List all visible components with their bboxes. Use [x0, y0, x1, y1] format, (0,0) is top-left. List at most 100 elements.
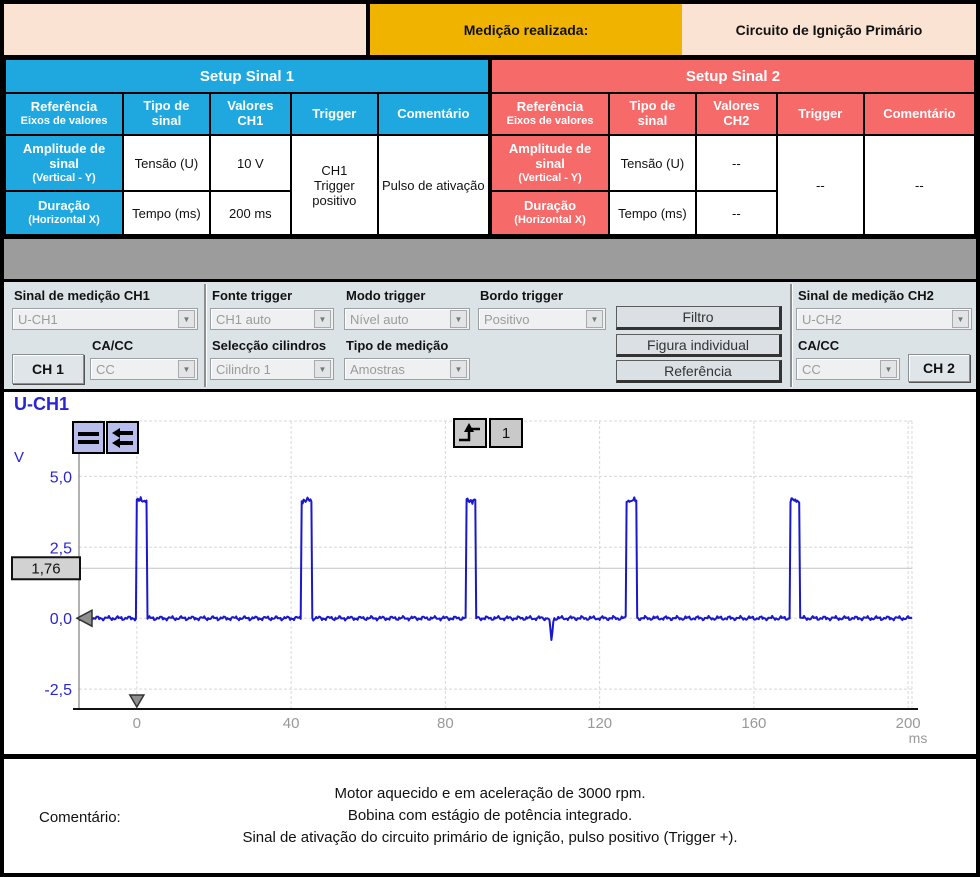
chevron-down-icon[interactable]: ▼: [178, 310, 195, 328]
row2-ref-label: Duração: [524, 198, 576, 213]
setup2-trigger-cell: --: [777, 135, 864, 235]
setup2-col-reference: ReferênciaEixos de valores: [491, 93, 609, 135]
ca-cc-label-2: CA/CC: [798, 338, 839, 353]
measure-type-select[interactable]: Amostras ▼: [344, 358, 470, 380]
panel-divider: [204, 284, 206, 387]
reference-button[interactable]: Referência: [616, 360, 782, 383]
chevron-down-icon[interactable]: ▼: [314, 360, 331, 378]
trigger-edge-label: Bordo trigger: [480, 288, 563, 303]
setup-tables: Setup Sinal 1 ReferênciaEixos de valores…: [4, 58, 976, 239]
setup1-row1-ref: Amplitude de sinal(Vertical - Y): [5, 135, 123, 191]
report-header: Medição realizada: Circuito de Ignição P…: [4, 4, 976, 58]
ch2-coupling-select[interactable]: CC ▼: [796, 358, 900, 380]
row2-ref-sub: (Horizontal X): [494, 214, 606, 227]
chevron-down-icon[interactable]: ▼: [314, 310, 331, 328]
trigger-mode-label: Modo trigger: [346, 288, 425, 303]
scope-toolbar: [72, 421, 140, 454]
ch1-signal-select[interactable]: U-CH1 ▼: [12, 308, 198, 330]
rising-edge-trigger-button[interactable]: [453, 418, 487, 448]
chevron-down-icon[interactable]: ▼: [880, 360, 897, 378]
setup2-row1-value: --: [696, 135, 777, 191]
setup2-col-comment: Comentário: [864, 93, 975, 135]
ch1-coupling-select[interactable]: CC ▼: [90, 358, 198, 380]
row1-ref-label: Amplitude de sinal: [509, 141, 591, 171]
setup1-col-type: Tipo de sinal: [123, 93, 210, 135]
trigger-indicator: 1: [453, 418, 525, 448]
x-tick-label: 160: [741, 715, 766, 732]
ch2-coupling-value: CC: [802, 362, 821, 377]
trigger-mode-select[interactable]: Nível auto ▼: [344, 308, 470, 330]
measure-type-label: Tipo de medição: [346, 338, 448, 353]
row2-ref-sub: (Horizontal X): [8, 214, 120, 227]
ch2-signal-label: Sinal de medição CH2: [798, 288, 934, 303]
measurement-report-page: Medição realizada: Circuito de Ignição P…: [0, 0, 980, 877]
setup2-row2-value: --: [696, 191, 777, 235]
filter-button[interactable]: Filtro: [616, 306, 782, 330]
chevron-down-icon[interactable]: ▼: [450, 360, 467, 378]
row2-ref-label: Duração: [38, 198, 90, 213]
panel-divider: [790, 284, 792, 387]
row1-ref-sub: (Vertical - Y): [8, 172, 120, 185]
oscilloscope-display: U-CH1 -2,50,02,55,004080120160200msV1,76: [4, 392, 976, 759]
trigger-channel-badge[interactable]: 1: [489, 418, 523, 448]
setup1-col-comment: Comentário: [378, 93, 489, 135]
trigger-source-select[interactable]: CH1 auto ▼: [210, 308, 334, 330]
row1-ref-label: Amplitude de sinal: [23, 141, 105, 171]
y-tick-label: 2,5: [50, 540, 72, 557]
col-ref-label: Referência: [31, 99, 97, 114]
trigger-source-value: CH1 auto: [216, 312, 271, 327]
setup-signal-1-table: Setup Sinal 1 ReferênciaEixos de valores…: [4, 58, 490, 236]
x-tick-label: 80: [437, 715, 454, 732]
x-tick-label: 40: [283, 715, 300, 732]
setup2-col-trigger: Trigger: [777, 93, 864, 135]
trigger-level-value: 1,76: [31, 560, 60, 577]
trigger-edge-select[interactable]: Positivo ▼: [478, 308, 606, 330]
setup1-col-trigger: Trigger: [291, 93, 378, 135]
ch2-button[interactable]: CH 2: [908, 354, 970, 382]
chevron-down-icon[interactable]: ▼: [952, 310, 969, 328]
trigger-time-marker[interactable]: [130, 695, 144, 707]
trigger-source-label: Fonte trigger: [212, 288, 292, 303]
chevron-down-icon[interactable]: ▼: [450, 310, 467, 328]
setup2-col-values: Valores CH2: [696, 93, 777, 135]
col-ref-sub: Eixos de valores: [494, 115, 606, 128]
cylinder-select[interactable]: Cilindro 1 ▼: [210, 358, 334, 380]
chevron-down-icon[interactable]: ▼: [178, 360, 195, 378]
chevron-down-icon[interactable]: ▼: [586, 310, 603, 328]
setup1-trigger-cell: CH1 Trigger positivo: [291, 135, 378, 235]
double-left-arrow-icon: [110, 425, 135, 450]
y-tick-label: 5,0: [50, 469, 72, 486]
measurement-label: Medição realizada:: [370, 4, 682, 55]
ch1-button[interactable]: CH 1: [12, 354, 84, 384]
x-tick-label: 0: [133, 715, 141, 732]
row1-ref-sub: (Vertical - Y): [494, 172, 606, 185]
cylinder-label: Selecção cilindros: [212, 338, 326, 353]
col-ref-sub: Eixos de valores: [8, 115, 120, 128]
cylinder-value: Cilindro 1: [216, 362, 271, 377]
setup2-row2-type: Tempo (ms): [609, 191, 696, 235]
trigger-edge-value: Positivo: [484, 312, 530, 327]
comment-line: Sinal de ativação do circuito primário d…: [4, 827, 976, 849]
trigger-mode-value: Nível auto: [350, 312, 409, 327]
rising-edge-icon: [456, 421, 484, 445]
comment-section: Comentário: Motor aquecido e em aceleraç…: [4, 759, 976, 872]
setup2-row2-ref: Duração(Horizontal X): [491, 191, 609, 235]
x-axis-unit: ms: [909, 730, 928, 746]
x-tick-label: 120: [587, 715, 612, 732]
y-tick-label: -2,5: [44, 682, 72, 699]
y-axis-unit: V: [14, 449, 24, 466]
setup1-row2-type: Tempo (ms): [123, 191, 210, 235]
single-figure-button[interactable]: Figura individual: [616, 334, 782, 357]
setup2-col-type: Tipo de sinal: [609, 93, 696, 135]
measurement-title: Circuito de Ignição Primário: [682, 4, 976, 55]
measure-type-value: Amostras: [350, 362, 405, 377]
comment-text: Motor aquecido e em aceleração de 3000 r…: [4, 783, 976, 849]
setup1-row2-ref: Duração(Horizontal X): [5, 191, 123, 235]
ch2-signal-select[interactable]: U-CH2 ▼: [796, 308, 972, 330]
setup1-comment-cell: Pulso de ativação: [378, 135, 489, 235]
move-cursors-left-button[interactable]: [106, 421, 139, 454]
setup1-row1-type: Tensão (U): [123, 135, 210, 191]
setup1-row1-value: 10 V: [210, 135, 291, 191]
cursor-lines-button[interactable]: [72, 421, 105, 454]
horizontal-lines-icon: [76, 425, 101, 450]
